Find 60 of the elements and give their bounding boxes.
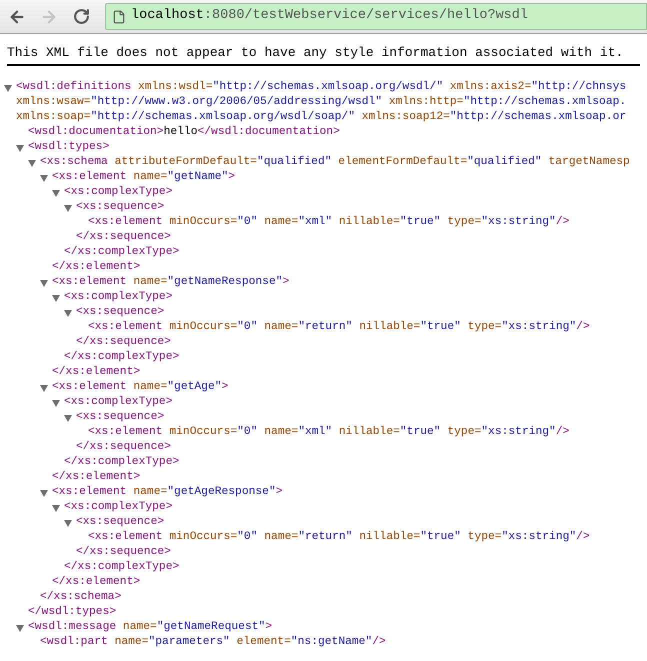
expand-triangle-icon[interactable] — [28, 158, 36, 166]
address-bar[interactable]: localhost:8080/testWebservice/services/hello?wsdl — [105, 3, 647, 30]
xml-line: <xs:sequence> — [76, 305, 164, 320]
xml-line: xmlns:soap="http://schemas.xmlsoap.org/wsdl/soap/" xmlns:soap12="http://schemas.xmlsoap.or — [16, 110, 626, 125]
xml-line: </wsdl:types> — [28, 605, 116, 620]
xml-line: <xs:sequence> — [76, 515, 164, 530]
xml-line: <xs:schema attributeFormDefault="qualified" elementFormDefault="qualified" targetNamesp — [40, 155, 630, 170]
expand-triangle-icon[interactable] — [52, 398, 60, 406]
xml-line: </xs:complexType> — [64, 560, 180, 575]
xml-line: </xs:complexType> — [64, 245, 180, 260]
expand-triangle-icon[interactable] — [16, 624, 24, 632]
xml-line: </xs:element> — [52, 575, 140, 590]
expand-triangle-icon[interactable] — [64, 204, 72, 212]
xml-line: <xs:element minOccurs="0" name="xml" nillable="true" type="xs:string"/> — [88, 425, 570, 440]
expand-triangle-icon[interactable] — [64, 518, 72, 526]
url-text: localhost:8080/testWebservice/services/hello?wsdl — [131, 7, 528, 26]
xml-line: <xs:complexType> — [64, 395, 172, 410]
xml-line: <xs:element name="getAgeResponse"> — [52, 485, 283, 500]
expand-triangle-icon[interactable] — [40, 278, 48, 286]
expand-triangle-icon[interactable] — [40, 384, 48, 392]
xml-line: <xs:complexType> — [64, 290, 172, 305]
xml-line: </xs:sequence> — [76, 335, 171, 350]
xml-line: </xs:complexType> — [64, 455, 180, 470]
xml-line: </xs:schema> — [40, 590, 122, 605]
xml-line: </xs:sequence> — [76, 440, 171, 455]
reload-button[interactable] — [71, 6, 91, 26]
xml-line: </xs:element> — [52, 365, 140, 380]
reload-icon — [72, 8, 90, 25]
xml-line: <xs:element name="getNameResponse"> — [52, 275, 290, 290]
xml-line: </xs:sequence> — [76, 230, 171, 245]
xml-line: </xs:sequence> — [76, 545, 171, 560]
xml-line: <xs:element name="getAge"> — [52, 380, 228, 395]
xml-line: <xs:element minOccurs="0" name="xml" nillable="true" type="xs:string"/> — [88, 215, 570, 230]
xml-line: <xs:element minOccurs="0" name="return" nillable="true" type="xs:string"/> — [88, 320, 590, 335]
expand-triangle-icon[interactable] — [64, 308, 72, 316]
xml-line: <wsdl:definitions xmlns:wsdl="http://schemas.xmlsoap.org/wsdl/" xmlns:axis2="http://chnsys — [16, 80, 626, 95]
xml-line: <wsdl:documentation>hello</wsdl:documentation> — [28, 125, 340, 140]
expand-triangle-icon[interactable] — [52, 504, 60, 512]
xml-line: <wsdl:types> — [28, 140, 110, 155]
expand-triangle-icon[interactable] — [64, 414, 72, 422]
xml-line: <xs:sequence> — [76, 410, 164, 425]
xml-line: <xs:element name="getName"> — [52, 170, 236, 185]
xml-line: <wsdl:part name="parameters" element="ns:getName"/> — [40, 635, 386, 650]
expand-triangle-icon[interactable] — [40, 488, 48, 496]
xml-line: <xs:complexType> — [64, 500, 172, 515]
expand-triangle-icon[interactable] — [52, 188, 60, 196]
expand-triangle-icon[interactable] — [40, 174, 48, 182]
xml-line: </xs:element> — [52, 470, 140, 485]
expand-triangle-icon[interactable] — [52, 294, 60, 302]
expand-triangle-icon[interactable] — [16, 144, 24, 152]
xml-line: <xs:complexType> — [64, 185, 172, 200]
style-notice: This XML file does not appear to have any style information associated with it. — [7, 44, 624, 62]
xml-line: </xs:element> — [52, 260, 140, 275]
xml-line: <xs:sequence> — [76, 200, 164, 215]
xml-line: xmlns:wsaw="http://www.w3.org/2006/05/addressing/wsdl" xmlns:http="http://schemas.xmlsoap. — [16, 95, 626, 110]
page-icon — [112, 10, 126, 24]
xml-line: </xs:complexType> — [64, 350, 180, 365]
xml-line: <wsdl:message name="getNameRequest"> — [28, 620, 272, 635]
xml-line: <xs:element minOccurs="0" name="return" nillable="true" type="xs:string"/> — [88, 530, 590, 545]
expand-triangle-icon[interactable] — [4, 84, 12, 92]
